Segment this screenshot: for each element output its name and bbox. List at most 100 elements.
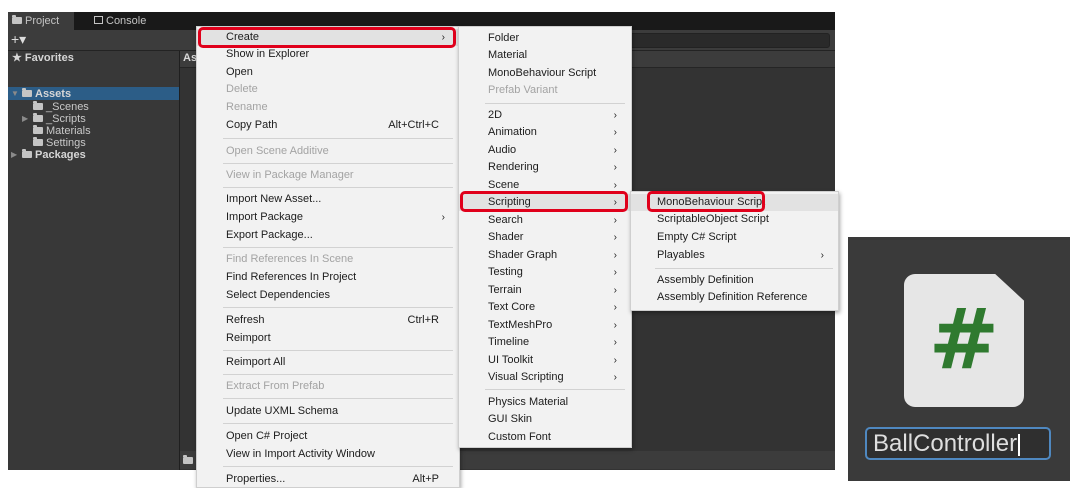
menu-item-import-package[interactable]: Import Package › (197, 209, 459, 226)
menu-item-label: Export Package... (226, 229, 313, 241)
menu-item-playables[interactable]: Playables › (631, 247, 838, 264)
tab-console[interactable]: Console (90, 12, 164, 30)
menu-item-select-dependencies[interactable]: Select Dependencies (197, 287, 459, 304)
menu-item-terrain[interactable]: Terrain › (459, 282, 631, 299)
menu-item-open-csharp-project[interactable]: Open C# Project (197, 428, 459, 445)
menu-item-empty-csharp-script[interactable]: Empty C# Script (631, 229, 838, 246)
tree-item-scripts[interactable]: _Scripts (33, 113, 86, 125)
tree-item-scenes[interactable]: _Scenes (33, 101, 89, 113)
menu-item-reimport-all[interactable]: Reimport All (197, 354, 459, 371)
menu-separator (485, 103, 625, 104)
menu-item-label: ScriptableObject Script (657, 213, 769, 225)
menu-item-label: Extract From Prefab (226, 380, 325, 392)
menu-item-update-uxml-schema[interactable]: Update UXML Schema (197, 403, 459, 420)
menu-item-audio[interactable]: Audio › (459, 142, 631, 159)
menu-item-visual-scripting[interactable]: Visual Scripting › (459, 369, 631, 386)
tab-project[interactable]: Project (8, 12, 74, 30)
menu-item-import-new-asset[interactable]: Import New Asset... (197, 191, 459, 208)
menu-item-label: 2D (488, 109, 503, 121)
menu-item-timeline[interactable]: Timeline › (459, 334, 631, 351)
menu-item-label: Rename (226, 101, 268, 113)
chevron-right-icon: › (613, 267, 617, 278)
fold-closed-icon[interactable]: ▶ (22, 114, 28, 123)
menu-item-scriptableobject-script[interactable]: ScriptableObject Script (631, 211, 838, 228)
menu-item-assembly-definition-reference[interactable]: Assembly Definition Reference (631, 289, 838, 306)
menu-item-properties[interactable]: Properties... Alt+P (197, 471, 459, 488)
monobehaviour-highlight-box (647, 191, 765, 212)
create-submenu: Folder Material MonoBehaviour Script Pre… (458, 26, 632, 448)
chevron-right-icon: › (613, 110, 617, 121)
menu-item-physics-material[interactable]: Physics Material (459, 394, 631, 411)
menu-item-copy-path[interactable]: Copy Path Alt+Ctrl+C (197, 117, 459, 134)
menu-item-ui-toolkit[interactable]: UI Toolkit › (459, 352, 631, 369)
menu-item-label: Timeline (488, 336, 530, 348)
menu-item-extract-from-prefab: Extract From Prefab (197, 378, 459, 395)
menu-item-label: Reimport (226, 332, 271, 344)
fold-open-icon[interactable]: ▼ (11, 89, 19, 98)
menu-separator (223, 466, 453, 467)
menu-item-text-core[interactable]: Text Core › (459, 299, 631, 316)
fold-closed-icon[interactable]: ▶ (11, 150, 17, 159)
menu-item-folder[interactable]: Folder (459, 30, 631, 47)
menu-separator (655, 268, 833, 269)
menu-item-shader-graph[interactable]: Shader Graph › (459, 247, 631, 264)
breadcrumb-assets[interactable]: As (183, 52, 197, 64)
menu-item-textmeshpro[interactable]: TextMeshPro › (459, 317, 631, 334)
menu-item-show-in-explorer[interactable]: Show in Explorer (197, 46, 459, 63)
rename-input[interactable]: BallController (865, 427, 1051, 460)
folder-icon (12, 15, 22, 24)
chevron-right-icon: › (613, 285, 617, 296)
chevron-right-icon: › (613, 232, 617, 243)
menu-item-2d[interactable]: 2D › (459, 107, 631, 124)
menu-item-shortcut: Alt+Ctrl+C (388, 119, 439, 131)
menu-item-refresh[interactable]: Refresh Ctrl+R (197, 312, 459, 329)
menu-item-gui-skin[interactable]: GUI Skin (459, 411, 631, 428)
menu-item-shader[interactable]: Shader › (459, 229, 631, 246)
folder-icon (33, 101, 43, 110)
menu-item-assembly-definition[interactable]: Assembly Definition (631, 272, 838, 289)
menu-item-label: View in Import Activity Window (226, 448, 375, 460)
folder-icon (33, 125, 43, 134)
tree-favorites-label: Favorites (24, 52, 74, 64)
menu-item-label: Terrain (488, 284, 522, 296)
chevron-right-icon: › (613, 355, 617, 366)
menu-separator (485, 389, 625, 390)
tab-project-label: Project (25, 15, 60, 27)
tree-packages[interactable]: Packages (22, 149, 86, 161)
chevron-right-icon: › (613, 372, 617, 383)
menu-item-label: Import Package (226, 211, 304, 223)
tree-item-label: _Scenes (46, 101, 89, 113)
menu-item-export-package[interactable]: Export Package... (197, 227, 459, 244)
chevron-right-icon: › (613, 320, 617, 331)
menu-item-find-references-in-project[interactable]: Find References In Project (197, 269, 459, 286)
menu-item-material[interactable]: Material (459, 47, 631, 64)
menu-item-label: Testing (488, 266, 523, 278)
menu-item-search[interactable]: Search › (459, 212, 631, 229)
folder-icon (183, 455, 193, 464)
menu-item-testing[interactable]: Testing › (459, 264, 631, 281)
add-dropdown-button[interactable]: +▾ (11, 32, 26, 46)
rename-input-value: BallController (873, 430, 1018, 457)
tree-item-settings[interactable]: Settings (33, 137, 86, 149)
menu-item-label: Custom Font (488, 431, 551, 443)
folder-icon (22, 149, 32, 158)
menu-item-label: Show in Explorer (226, 48, 310, 60)
menu-item-open[interactable]: Open (197, 64, 459, 81)
tab-console-label: Console (106, 15, 147, 27)
console-icon (94, 16, 103, 24)
menu-item-monobehaviour-script[interactable]: MonoBehaviour Script (459, 65, 631, 82)
menu-item-view-in-import-activity-window[interactable]: View in Import Activity Window (197, 446, 459, 463)
tree-item-materials[interactable]: Materials (33, 125, 91, 137)
menu-item-label: Open (226, 66, 253, 78)
scripting-highlight-box (460, 191, 628, 212)
menu-item-rendering[interactable]: Rendering › (459, 159, 631, 176)
menu-separator (223, 307, 453, 308)
menu-item-label: Find References In Scene (226, 253, 354, 265)
menu-item-animation[interactable]: Animation › (459, 124, 631, 141)
tree-assets[interactable]: Assets (22, 88, 71, 100)
menu-item-find-references-in-scene: Find References In Scene (197, 251, 459, 268)
chevron-right-icon: › (613, 337, 617, 348)
menu-item-reimport[interactable]: Reimport (197, 330, 459, 347)
tree-favorites[interactable]: ★ Favorites (12, 52, 74, 64)
menu-item-custom-font[interactable]: Custom Font (459, 429, 631, 446)
